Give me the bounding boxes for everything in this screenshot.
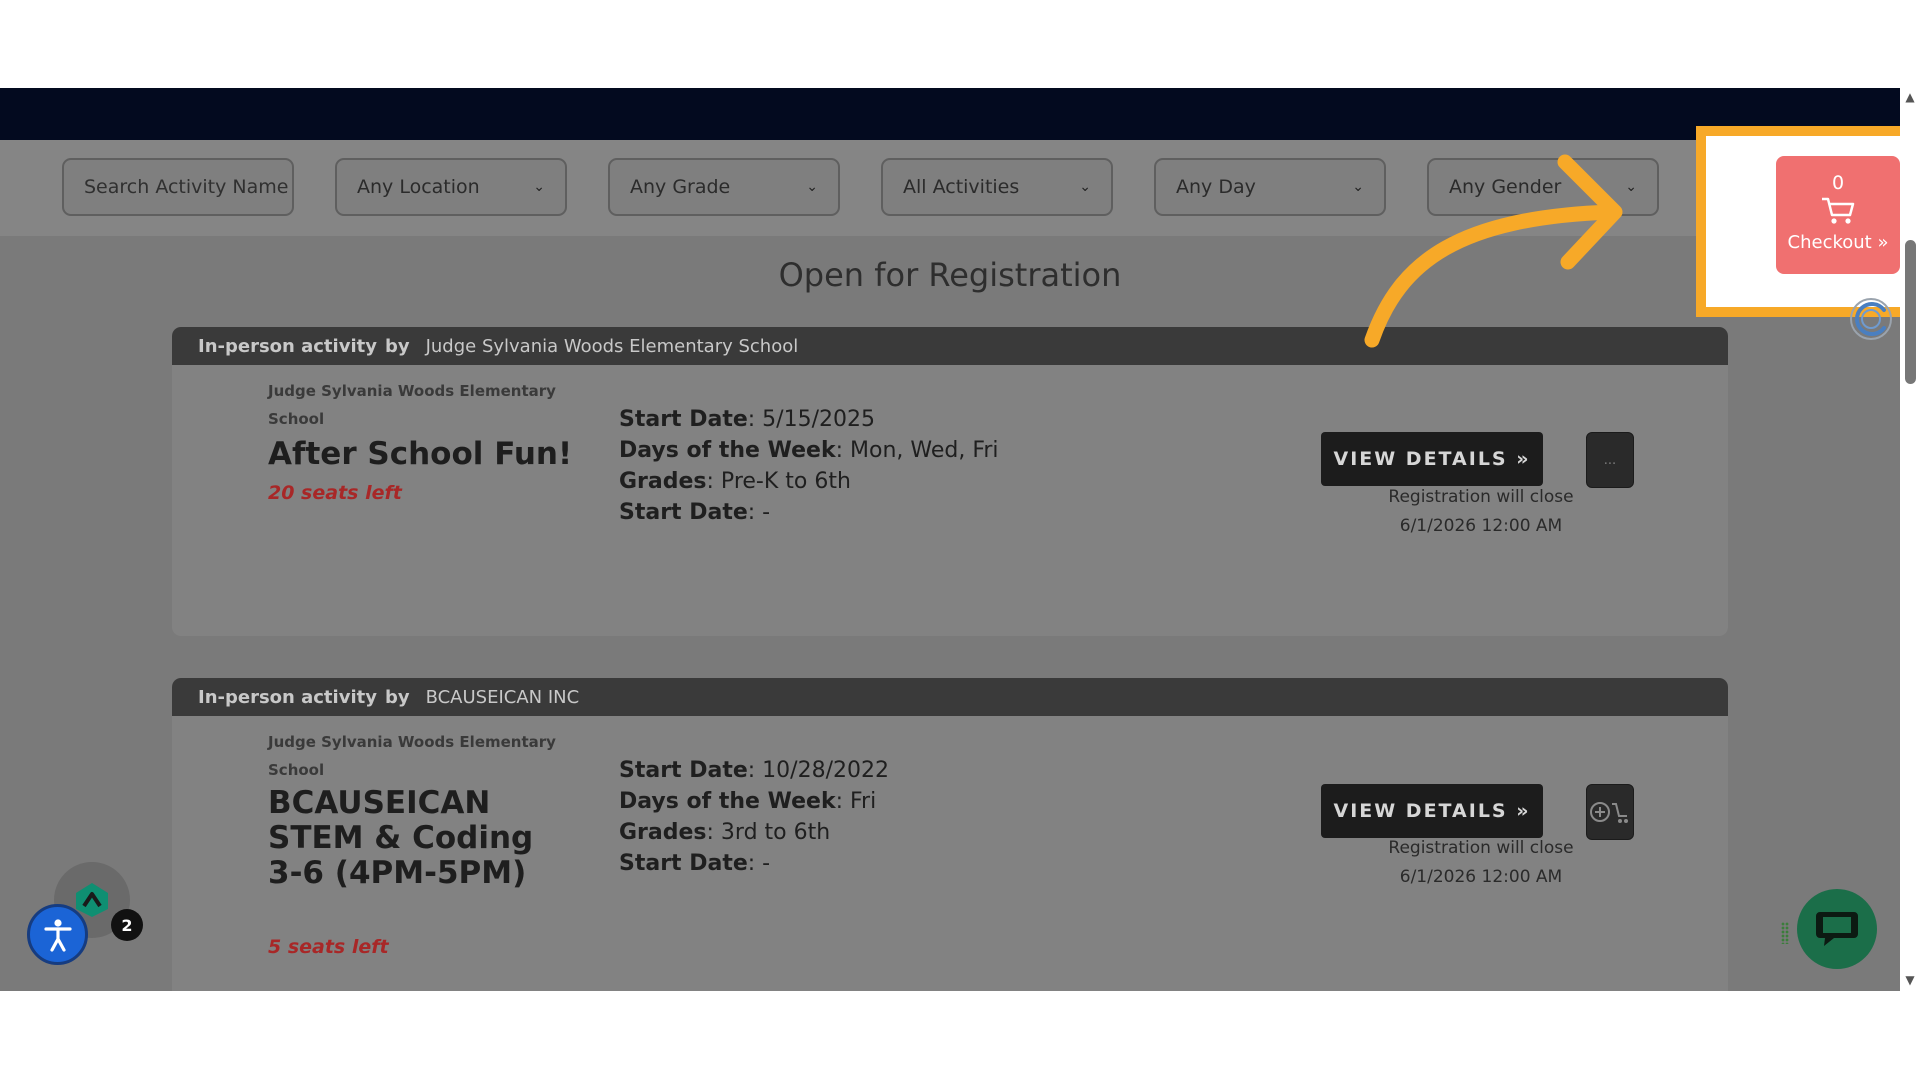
accessibility-button[interactable] [27, 904, 88, 965]
grade-select[interactable]: Any Grade ⌄ [608, 158, 840, 216]
search-placeholder: Search Activity Name [84, 176, 289, 198]
chat-bubble-icon [1816, 912, 1858, 946]
start-date-value: : - [747, 851, 771, 876]
top-navigation-bar [0, 88, 1900, 140]
day-select-value: Any Day [1176, 176, 1256, 198]
start-date-label: Start Date [619, 758, 748, 783]
provider-name: BCAUSEICAN INC [425, 686, 580, 708]
registration-close-label: Registration will close [1388, 487, 1574, 507]
notification-count-badge: 2 [111, 909, 143, 941]
add-to-cart-button[interactable] [1586, 784, 1634, 840]
activity-card: In-person activity by Judge Sylvania Woo… [172, 327, 1728, 636]
school-name: Judge Sylvania Woods Elementary School [268, 382, 556, 428]
registration-close-info: Registration will close 6/1/2026 12:00 A… [1321, 834, 1641, 892]
view-details-button[interactable]: VIEW DETAILS » [1321, 784, 1543, 838]
by-label: by [384, 335, 410, 357]
grades-value: : Pre-K to 6th [706, 469, 851, 494]
chevron-down-icon: ⌄ [806, 179, 818, 195]
days-label: Days of the Week [619, 789, 836, 814]
activity-details: Start Date: 10/28/2022 Days of the Week:… [619, 755, 889, 879]
location-select-value: Any Location [357, 176, 480, 198]
activity-card: In-person activity by BCAUSEICAN INC Jud… [172, 678, 1728, 991]
add-to-cart-icon [1590, 802, 1628, 823]
start-date-value: : - [747, 500, 771, 525]
cart-count: 0 [1831, 172, 1845, 194]
start-date-label: Start Date [619, 407, 748, 432]
grades-value: : 3rd to 6th [706, 820, 831, 845]
school-name: Judge Sylvania Woods Elementary School [268, 733, 556, 779]
registration-close-date: 6/1/2026 12:00 AM [1399, 516, 1563, 536]
by-label: by [384, 686, 410, 708]
activity-title[interactable]: After School Fun! [268, 437, 578, 472]
loading-dots: ... [1603, 452, 1617, 468]
scrollbar-thumb[interactable] [1905, 240, 1916, 384]
registration-close-label: Registration will close [1388, 838, 1574, 858]
accessibility-icon [43, 918, 72, 952]
add-to-cart-button[interactable]: ... [1586, 432, 1634, 488]
checkout-button[interactable]: 0 Checkout » [1776, 156, 1900, 274]
grades-label: Grades [619, 820, 707, 845]
activity-type-label: In-person activity [198, 686, 377, 708]
start-date-label: Start Date [619, 851, 748, 876]
activities-select-value: All Activities [903, 176, 1020, 198]
chevron-down-icon: ⌄ [533, 179, 545, 195]
days-value: : Mon, Wed, Fri [835, 438, 999, 463]
chevron-down-icon: ⌄ [1079, 179, 1091, 195]
tutorial-arrow-icon [1364, 154, 1623, 348]
scroll-down-arrow-icon[interactable]: ▼ [1902, 973, 1918, 987]
view-details-button[interactable]: VIEW DETAILS » [1321, 432, 1543, 486]
activity-type-label: In-person activity [198, 335, 377, 357]
registration-close-info: Registration will close 6/1/2026 12:00 A… [1321, 483, 1641, 541]
grades-label: Grades [619, 469, 707, 494]
chat-button[interactable] [1797, 889, 1877, 969]
location-select[interactable]: Any Location ⌄ [335, 158, 567, 216]
drag-handle-icon[interactable] [1781, 922, 1789, 944]
start-date-value: : 5/15/2025 [747, 407, 875, 432]
activity-title[interactable]: BCAUSEICAN STEM & Coding 3-6 (4PM-5PM) [268, 786, 578, 891]
cart-icon [1822, 197, 1855, 224]
provider-name: Judge Sylvania Woods Elementary School [425, 335, 799, 357]
seats-left: 20 seats left [268, 482, 402, 504]
start-date-label: Start Date [619, 500, 748, 525]
start-date-value: : 10/28/2022 [747, 758, 889, 783]
days-label: Days of the Week [619, 438, 836, 463]
scrollbar[interactable] [1900, 88, 1920, 991]
activities-select[interactable]: All Activities ⌄ [881, 158, 1113, 216]
card-header: In-person activity by BCAUSEICAN INC [172, 678, 1728, 716]
loading-spinner-icon [1850, 298, 1892, 340]
search-activity-input[interactable]: Search Activity Name [62, 158, 294, 216]
seats-left: 5 seats left [268, 936, 389, 958]
activity-details: Start Date: 5/15/2025 Days of the Week: … [619, 404, 999, 528]
registration-close-date: 6/1/2026 12:00 AM [1399, 867, 1563, 887]
grade-select-value: Any Grade [630, 176, 731, 198]
days-value: : Fri [835, 789, 877, 814]
checkout-label: Checkout » [1787, 232, 1889, 253]
scroll-up-arrow-icon[interactable]: ▲ [1902, 90, 1918, 104]
